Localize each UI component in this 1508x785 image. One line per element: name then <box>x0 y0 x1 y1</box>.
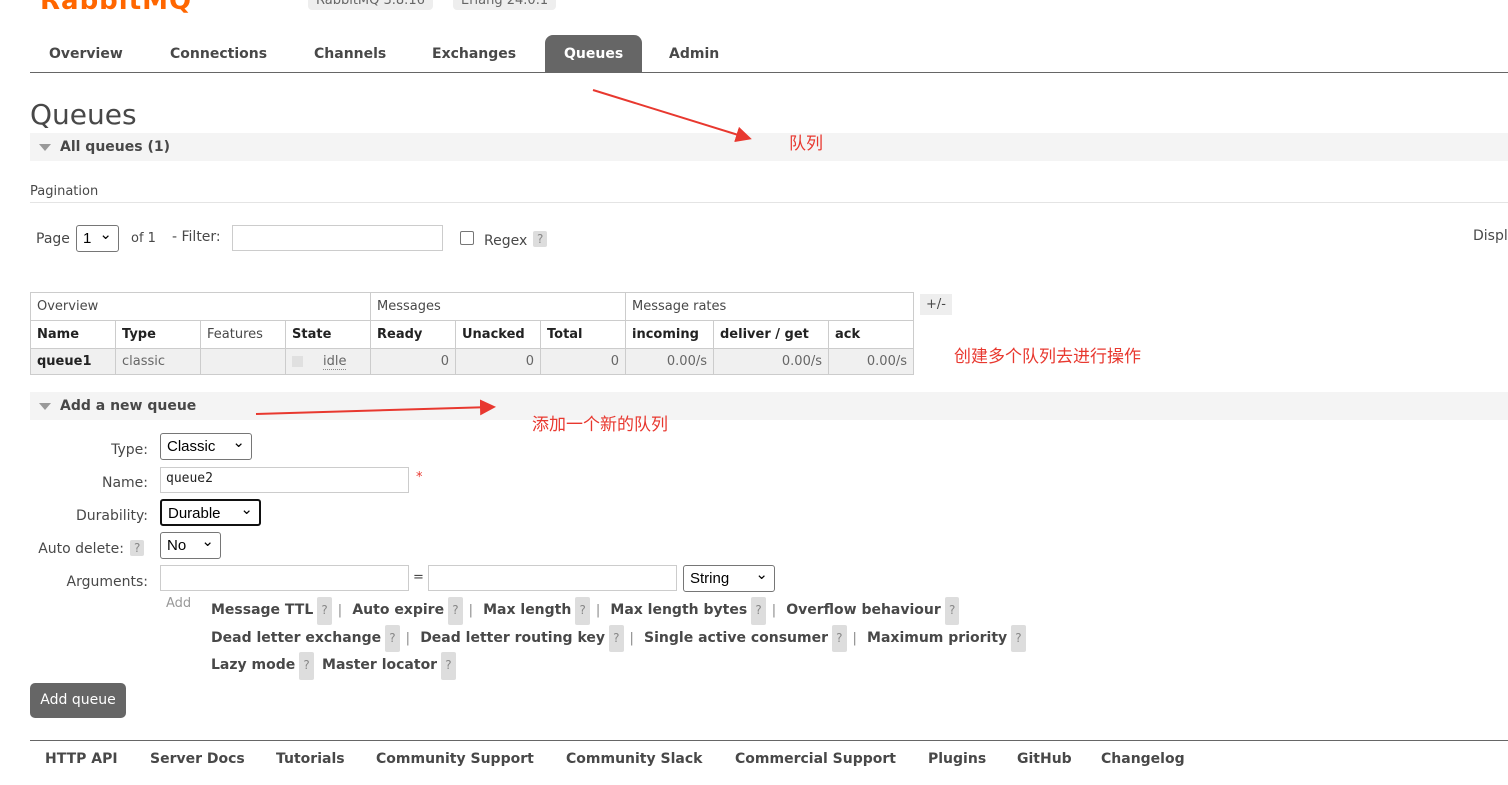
annotation-arrows <box>255 89 752 416</box>
arrow-to-queues-tab <box>592 89 752 143</box>
annotation-add-new: 添加一个新的队列 <box>532 415 668 435</box>
annotation-queues: 队列 <box>789 134 823 154</box>
annotation-multi-queues: 创建多个队列去进行操作 <box>954 347 1141 367</box>
arrow-to-add-queue <box>255 399 496 416</box>
